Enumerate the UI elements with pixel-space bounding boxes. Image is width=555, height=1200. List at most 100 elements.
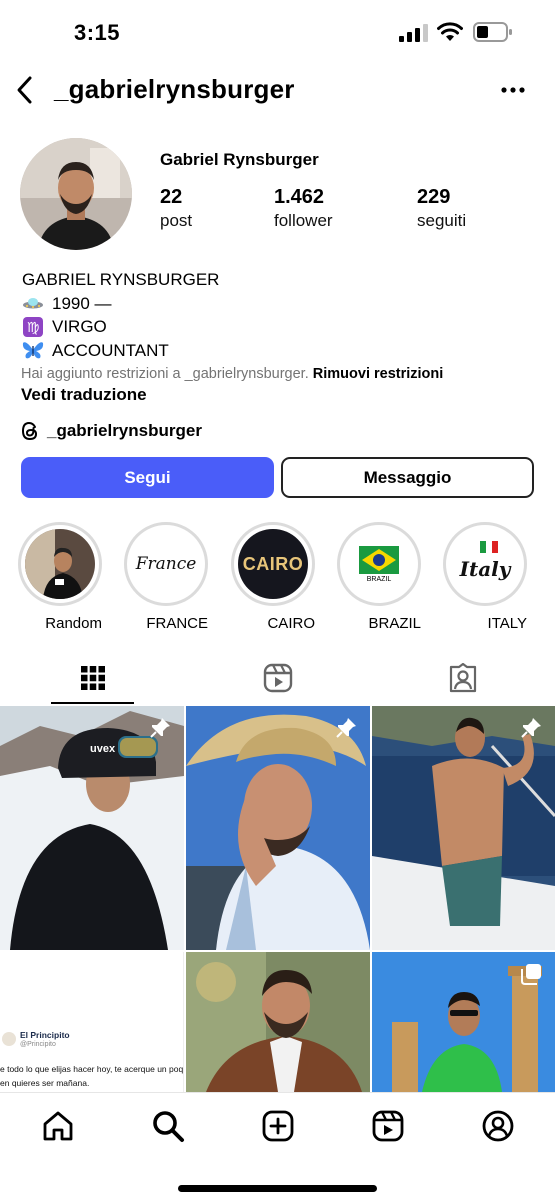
france-cover-text: France <box>135 554 197 574</box>
reels-icon[interactable] <box>371 1109 405 1143</box>
threads-icon <box>21 421 38 441</box>
post-tile[interactable] <box>372 706 555 950</box>
highlight-ring: CAIRO <box>231 522 315 606</box>
followers-count[interactable]: 1.462 follower <box>274 186 333 231</box>
highlight-label: ITALY <box>487 615 527 632</box>
bio-text: 1990 — <box>52 293 112 313</box>
posts-grid: uvex El Principito @Principito e todo lo… <box>0 706 555 1092</box>
stat-label: follower <box>274 211 333 230</box>
quote-text-line2: en quieres ser mañana. <box>0 1078 90 1088</box>
post-image: uvex <box>0 706 184 950</box>
profile-icon[interactable] <box>481 1109 515 1143</box>
search-icon[interactable] <box>151 1109 185 1143</box>
profile-full-name: Gabriel Rynsburger <box>160 150 319 169</box>
helmet-brand-text: uvex <box>90 743 116 755</box>
content-tabs <box>0 650 555 706</box>
bio-name-line: GABRIEL RYNSBURGER <box>22 270 220 289</box>
stat-value: 229 <box>417 186 451 208</box>
highlight-brazil[interactable]: BRAZIL BRAZIL <box>337 522 421 633</box>
stat-value: 22 <box>160 186 183 208</box>
pin-icon <box>150 718 170 738</box>
quote-author: El Principito <box>20 1030 70 1040</box>
post-image <box>372 706 555 950</box>
quote-avatar <box>2 1032 16 1046</box>
pin-icon <box>521 718 541 738</box>
profile-header: _gabrielrynsburger <box>0 64 555 116</box>
tab-reels[interactable] <box>185 650 370 706</box>
italy-flag-icon <box>480 541 498 553</box>
svg-text:♍: ♍ <box>27 320 40 336</box>
posts-count: 22 post <box>160 186 192 231</box>
threads-link[interactable]: _gabrielrynsburger <box>21 420 202 442</box>
post-image <box>186 706 370 950</box>
ufo-icon <box>22 294 44 312</box>
highlight-cover: CAIRO <box>238 529 308 599</box>
grid-icon <box>80 666 105 690</box>
highlight-random[interactable]: Random <box>18 522 102 633</box>
highlight-label: CAIRO <box>267 615 315 632</box>
remove-restrictions-link[interactable]: Rimuovi restrizioni <box>313 366 444 382</box>
bio-line: 1990 — <box>22 292 219 316</box>
highlight-ring: BRAZIL <box>337 522 421 606</box>
butterfly-icon <box>22 341 44 359</box>
multiple-photos-icon <box>521 964 541 985</box>
highlight-ring <box>18 522 102 606</box>
highlight-cover <box>25 529 95 599</box>
virgo-icon: ♍ <box>22 316 44 337</box>
clock: 3:15 <box>74 20 121 45</box>
post-tile[interactable] <box>186 706 370 950</box>
battery-icon <box>473 22 512 42</box>
tagged-icon <box>449 663 476 693</box>
tab-tagged[interactable] <box>370 650 555 706</box>
post-tile[interactable]: El Principito @Principito e todo lo que … <box>0 952 184 1092</box>
highlight-label: Random <box>45 615 102 632</box>
highlight-ring: France <box>124 522 208 606</box>
profile-username: _gabrielrynsburger <box>54 74 295 104</box>
bottom-navigation <box>0 1092 555 1200</box>
highlight-cover: BRAZIL <box>344 529 414 599</box>
restriction-notice: Hai aggiunto restrizioni a _gabrielrynsb… <box>21 366 443 382</box>
post-tile[interactable] <box>186 952 370 1092</box>
tab-grid[interactable] <box>0 650 185 706</box>
message-button[interactable]: Messaggio <box>281 457 534 498</box>
bio-line: ACCOUNTANT <box>22 339 219 363</box>
see-translation-link[interactable]: Vedi traduzione <box>21 385 147 405</box>
highlight-france[interactable]: France FRANCE <box>124 522 208 633</box>
bio-text: VIRGO <box>52 317 107 336</box>
more-options-icon[interactable] <box>496 76 530 104</box>
follow-button[interactable]: Segui <box>21 457 274 498</box>
back-arrow-icon[interactable] <box>12 74 40 106</box>
cairo-cover-text: CAIRO <box>242 553 304 574</box>
stat-value: 1.462 <box>274 186 325 208</box>
quote-handle: @Principito <box>20 1041 56 1048</box>
post-tile[interactable]: uvex <box>0 706 184 950</box>
pin-icon <box>336 718 356 738</box>
home-icon[interactable] <box>41 1109 75 1143</box>
highlight-italy[interactable]: Italy ITALY <box>443 522 527 633</box>
stat-label: seguiti <box>417 211 467 230</box>
highlight-label: FRANCE <box>146 615 208 632</box>
avatar-photo <box>20 138 132 250</box>
highlight-cairo[interactable]: CAIRO CAIRO <box>231 522 315 633</box>
avatar[interactable] <box>20 138 132 250</box>
brazil-flag-icon <box>359 545 399 574</box>
italy-cover-text: Italy <box>459 557 511 581</box>
reels-icon <box>263 663 292 693</box>
stat-label: post <box>160 211 193 230</box>
bio-text: ACCOUNTANT <box>52 340 169 360</box>
active-tab-indicator <box>51 702 134 704</box>
quote-text-line1: e todo lo que elijas hacer hoy, te acerq… <box>0 1064 184 1074</box>
highlight-cover: France <box>131 529 201 599</box>
post-image <box>186 952 370 1092</box>
status-bar: 3:15 <box>0 0 555 64</box>
create-icon[interactable] <box>261 1109 295 1143</box>
highlight-label: BRAZIL <box>368 615 421 632</box>
wifi-icon <box>437 22 463 41</box>
post-tile[interactable] <box>372 952 555 1092</box>
following-count[interactable]: 229 seguiti <box>417 186 466 231</box>
restriction-text: Hai aggiunto restrizioni a _gabrielrynsb… <box>21 366 309 382</box>
cellular-signal-icon <box>399 24 428 42</box>
threads-handle: _gabrielrynsburger <box>47 421 202 440</box>
bio: GABRIEL RYNSBURGER 1990 — ♍ VIRGO ACCOUN… <box>22 268 219 362</box>
highlight-ring: Italy <box>443 522 527 606</box>
